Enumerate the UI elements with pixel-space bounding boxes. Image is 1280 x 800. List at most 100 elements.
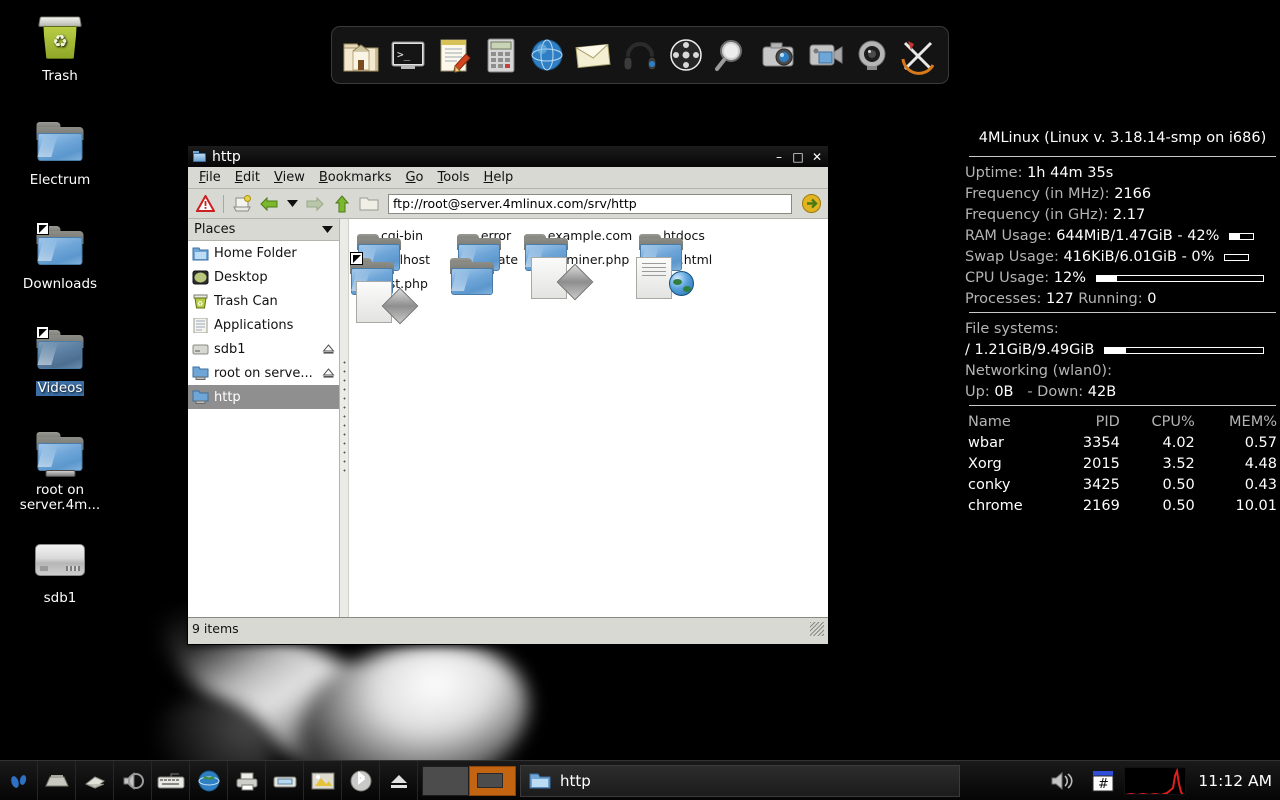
eject-icon[interactable] <box>322 367 335 379</box>
feet-menu-icon[interactable] <box>0 761 38 800</box>
dock-item-webcam[interactable] <box>851 34 893 76</box>
dock-item-email[interactable] <box>572 34 614 76</box>
file-item-example-com[interactable]: example.com <box>543 229 637 243</box>
chevron-down-icon[interactable] <box>322 222 333 237</box>
place-item-desktop[interactable]: Desktop <box>188 265 339 289</box>
place-item-trash-can[interactable]: ♻ Trash Can <box>188 289 339 313</box>
desktop-icon-electrum[interactable]: Electrum <box>1 118 119 188</box>
file-item-htdocs[interactable]: htdocs <box>637 229 731 243</box>
resize-grip[interactable] <box>810 622 824 636</box>
network-globe-icon[interactable] <box>190 761 228 800</box>
new-tab-icon[interactable] <box>230 192 254 216</box>
wbar-dock[interactable]: >_ <box>331 26 949 84</box>
dock-item-search[interactable] <box>712 34 754 76</box>
workspace-pager[interactable] <box>422 766 516 796</box>
calendar-hash-icon[interactable]: # <box>1084 761 1122 800</box>
tray-left[interactable] <box>0 761 418 800</box>
workspace-1[interactable] <box>422 766 469 796</box>
close-button[interactable]: ✕ <box>809 149 825 165</box>
eject-icon[interactable] <box>322 343 335 355</box>
menu-file[interactable]: File <box>192 168 228 187</box>
files-icon[interactable] <box>38 761 76 800</box>
window-list[interactable]: http <box>516 761 1044 800</box>
file-item-cgi-bin[interactable]: cgi-bin <box>355 229 449 243</box>
volume-tray-icon[interactable] <box>1044 761 1082 800</box>
sidebar-splitter[interactable] <box>340 219 349 617</box>
svg-text:#: # <box>1098 777 1109 792</box>
dock-item-web-browser[interactable] <box>526 34 568 76</box>
menu-help[interactable]: Help <box>477 168 521 187</box>
package-icon[interactable] <box>76 761 114 800</box>
dock-item-headphones[interactable] <box>619 34 661 76</box>
desktop-icon-label: Electrum <box>28 173 93 188</box>
stat-label: Uptime: <box>965 165 1022 181</box>
file-manager-window[interactable]: http – □ ✕ File Edit View Bookmarks Go T… <box>187 145 829 645</box>
forward-arrow-icon[interactable] <box>303 192 327 216</box>
dock-item-home-folder[interactable] <box>340 34 382 76</box>
desktop-icon-trash[interactable]: ♻ Trash <box>1 14 119 84</box>
dock-item-photo-camera[interactable] <box>758 34 800 76</box>
dock-item-film-reel[interactable] <box>665 34 707 76</box>
toolbar[interactable]: ftp://root@server.4mlinux.com/srv/http <box>188 189 828 219</box>
volume-icon[interactable] <box>114 761 152 800</box>
desktop-icon-label: Videos <box>36 381 85 396</box>
history-dropdown-icon[interactable] <box>284 192 300 216</box>
taskbar[interactable]: http # 11:12 AM <box>0 760 1280 800</box>
dock-item-video-camera[interactable] <box>805 34 847 76</box>
menu-tools[interactable]: Tools <box>431 168 477 187</box>
keyboard-icon[interactable] <box>152 761 190 800</box>
place-item-sdb1[interactable]: sdb1 <box>188 337 339 361</box>
place-label: Home Folder <box>214 246 335 261</box>
back-arrow-icon[interactable] <box>257 192 281 216</box>
conky-network-traffic: Up: 0B - Down: 42B <box>965 382 1280 403</box>
tray-right[interactable]: # 11:12 AM <box>1044 761 1280 800</box>
maximize-button[interactable]: □ <box>790 149 806 165</box>
places-header[interactable]: Places <box>188 219 339 241</box>
warning-icon[interactable] <box>193 192 217 216</box>
window-titlebar[interactable]: http – □ ✕ <box>188 146 828 167</box>
desktop-icon-root-on-server[interactable]: root on server.4m... <box>1 428 119 513</box>
menu-go[interactable]: Go <box>398 168 430 187</box>
col-mem: MEM% <box>1198 412 1280 433</box>
scanner-icon[interactable] <box>266 761 304 800</box>
dock-item-text-editor[interactable] <box>433 34 475 76</box>
desktop-icon-videos[interactable]: Videos <box>1 326 119 396</box>
dock-item-terminal[interactable]: >_ <box>387 34 429 76</box>
proc-cpu: 4.02 <box>1123 433 1198 454</box>
up-arrow-icon[interactable] <box>330 192 354 216</box>
screenshot-icon[interactable] <box>304 761 342 800</box>
printer-icon[interactable] <box>228 761 266 800</box>
dock-item-calculator[interactable] <box>480 34 522 76</box>
minimize-button[interactable]: – <box>771 149 787 165</box>
dock-item-graphics-app[interactable] <box>898 34 940 76</box>
desktop[interactable]: ♻ Trash Electrum Downloads Videos root o… <box>0 0 1280 800</box>
home-folder-icon[interactable] <box>357 192 381 216</box>
cpu-graph-icon[interactable] <box>1124 767 1186 795</box>
place-label: Applications <box>214 318 335 333</box>
place-label: root on serve... <box>214 366 322 381</box>
place-item-root-on-server[interactable]: root on serve... <box>188 361 339 385</box>
clock[interactable]: 11:12 AM <box>1198 772 1272 790</box>
menu-edit[interactable]: Edit <box>228 168 267 187</box>
go-icon[interactable] <box>799 192 823 216</box>
file-list-pane[interactable]: cgi-bin error example.com htdocs <box>349 219 828 617</box>
place-item-http[interactable]: http <box>188 385 339 409</box>
menu-bar[interactable]: File Edit View Bookmarks Go Tools Help <box>188 167 828 189</box>
menu-bookmarks[interactable]: Bookmarks <box>312 168 399 187</box>
path-input[interactable]: ftp://root@server.4mlinux.com/srv/http <box>388 194 792 214</box>
places-sidebar[interactable]: Places Home Folder Desktop <box>188 219 340 617</box>
eject-icon[interactable] <box>380 761 418 800</box>
desktop-icon-downloads[interactable]: Downloads <box>1 222 119 292</box>
conky-divider-3 <box>969 405 1276 406</box>
taskbar-window-http[interactable]: http <box>520 765 960 797</box>
conky-stat-freq-mhz: Frequency (in MHz): 2166 <box>965 184 1280 205</box>
menu-view[interactable]: View <box>267 168 312 187</box>
proc-cpu: 0.50 <box>1123 475 1198 496</box>
desktop-icon-sdb1[interactable]: sdb1 <box>1 536 119 606</box>
place-item-home-folder[interactable]: Home Folder <box>188 241 339 265</box>
proc-pid: 3425 <box>1057 475 1122 496</box>
bluetooth-icon[interactable] <box>342 761 380 800</box>
network-folder-icon <box>192 390 209 405</box>
workspace-2[interactable] <box>469 766 516 796</box>
place-item-applications[interactable]: Applications <box>188 313 339 337</box>
